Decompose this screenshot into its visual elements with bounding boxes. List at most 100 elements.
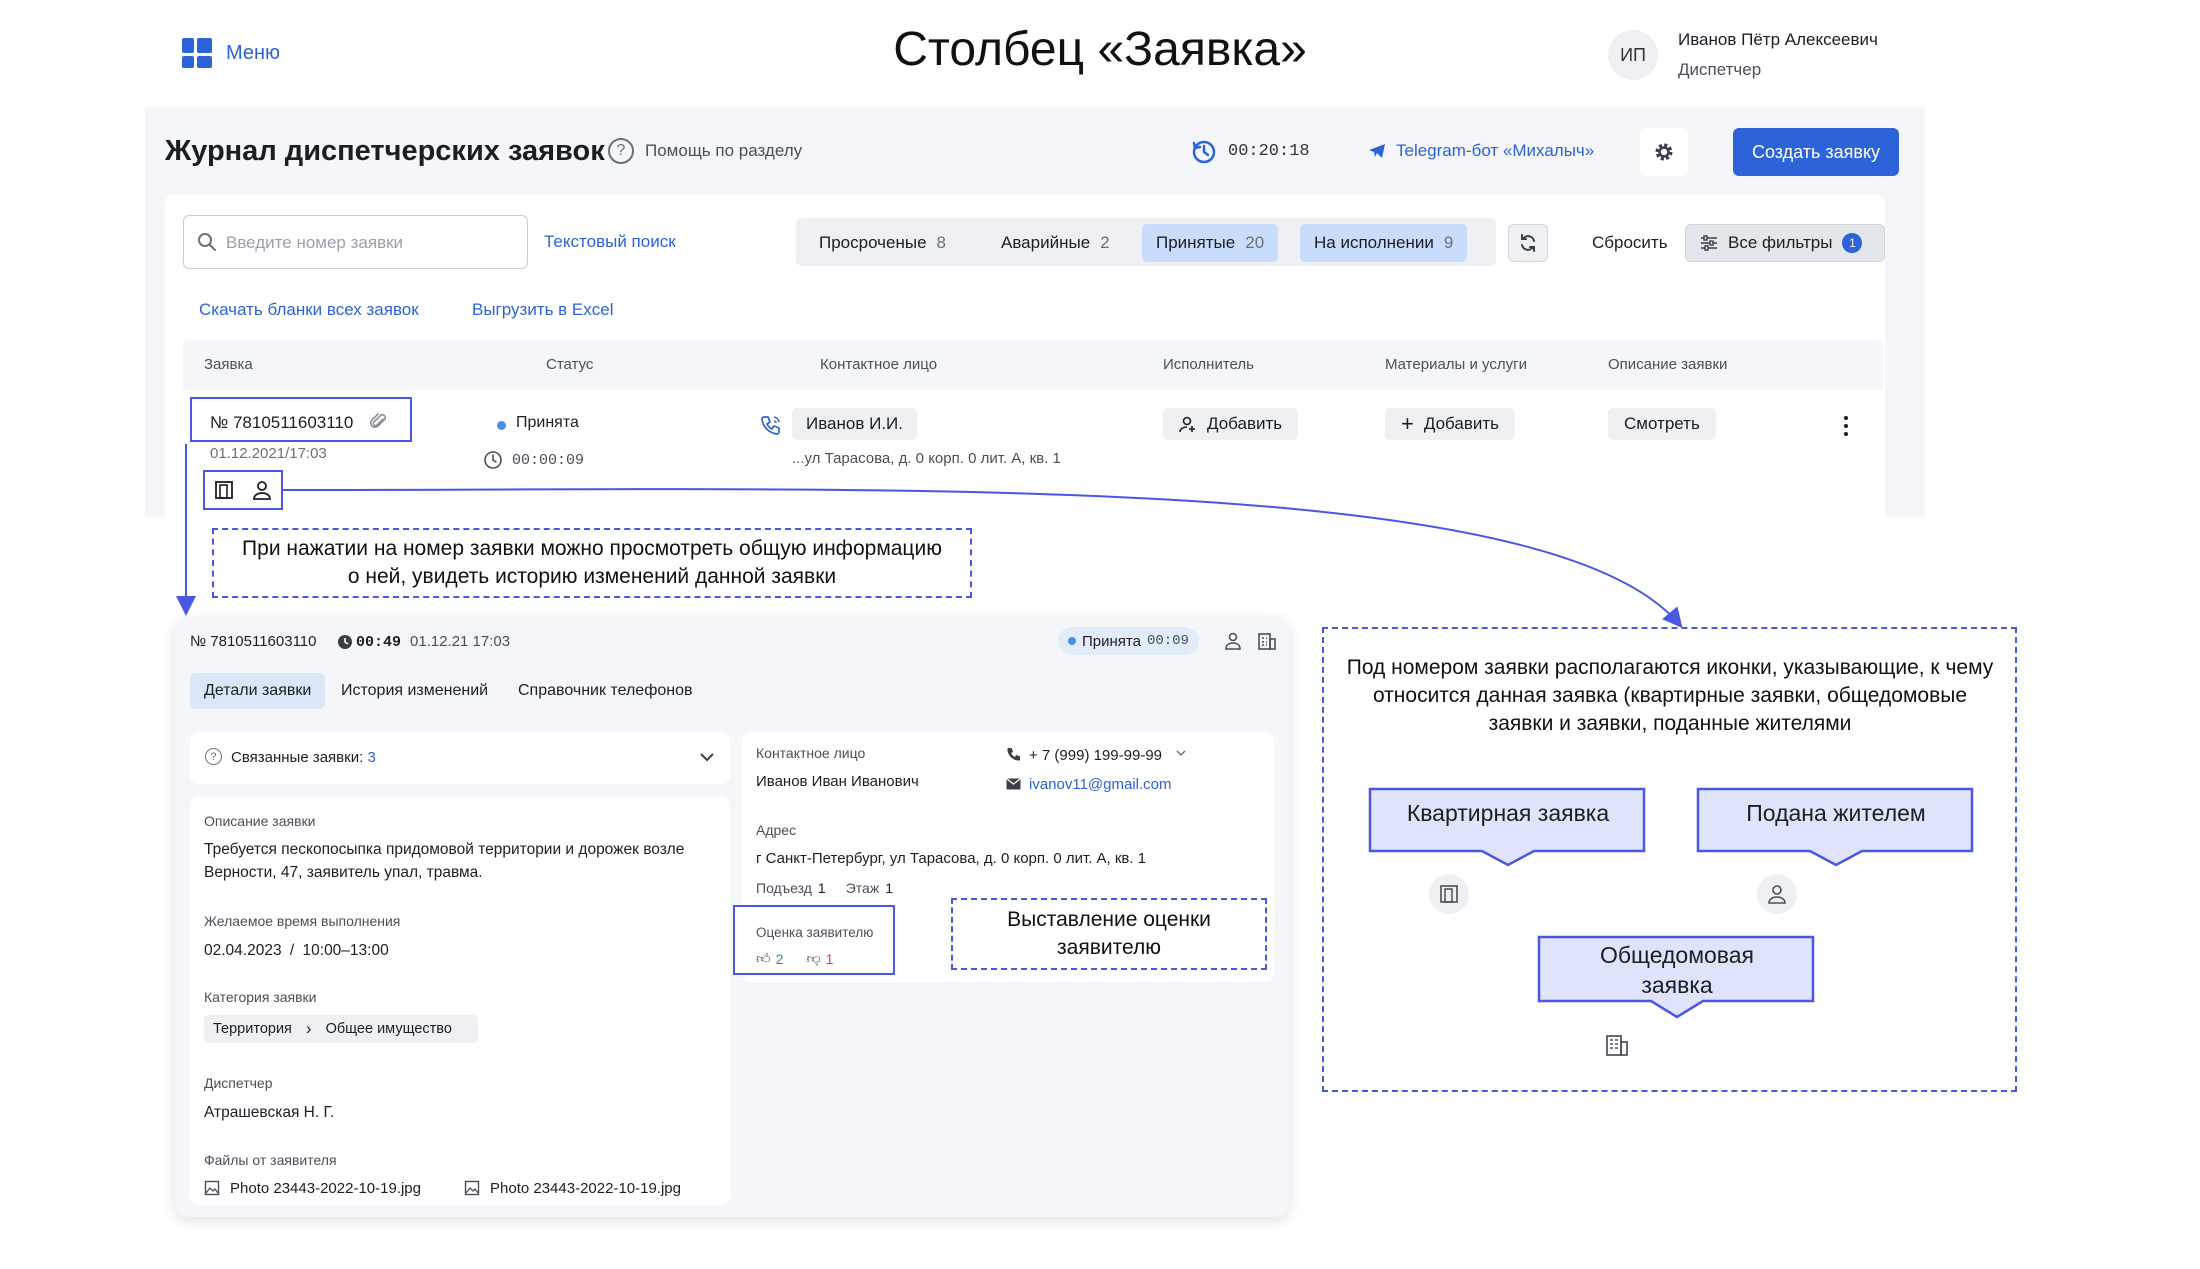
filter-chip-overdue[interactable]: Просроченые 8 <box>805 224 960 262</box>
more-options-icon[interactable] <box>1840 414 1852 438</box>
gear-icon <box>1655 143 1673 161</box>
tab-history[interactable]: История изменений <box>327 673 502 709</box>
add-user-icon <box>1179 416 1195 433</box>
note-rating: Выставление оценки заявителю <box>951 898 1267 970</box>
filter-count: 9 <box>1443 233 1454 252</box>
chevron-down-icon[interactable] <box>700 752 714 762</box>
export-excel-link[interactable]: Выгрузить в Excel <box>472 300 614 320</box>
status-dot <box>497 421 506 430</box>
refresh-button[interactable] <box>1508 224 1548 262</box>
dispatcher-label: Диспетчер <box>204 1075 273 1091</box>
address-label: Адрес <box>756 822 797 838</box>
thumbs-down-icon[interactable]: 👎︎ <box>806 950 820 967</box>
paperclip-icon <box>370 413 387 429</box>
all-filters-button[interactable]: Все фильтры 1 <box>1685 224 1885 262</box>
view-description-button[interactable]: Смотреть <box>1608 408 1716 440</box>
desired-time-label: Желаемое время выполнения <box>204 913 401 929</box>
dispatcher-name: Атрашевская Н. Г. <box>204 1104 335 1121</box>
detail-number: № 7810511603110 <box>190 633 317 650</box>
column-header: Заявка <box>204 356 253 373</box>
chevron-down-icon[interactable] <box>1176 750 1186 757</box>
filter-count: 2 <box>1100 233 1110 252</box>
desired-date: 02.04.2023 <box>204 942 282 959</box>
status-badge: Принята 00:09 <box>1058 627 1199 655</box>
settings-button[interactable] <box>1640 128 1688 176</box>
download-forms-link[interactable]: Скачать бланки всех заявок <box>199 300 419 320</box>
status-dot <box>1068 637 1076 645</box>
note-request-number: При нажатии на номер заявки можно просмо… <box>212 528 972 598</box>
filter-chip-emergency[interactable]: Аварийные 2 <box>987 224 1124 262</box>
refresh-icon <box>1521 234 1535 252</box>
session-timer: 00:20:18 <box>1228 142 1310 161</box>
filter-chip-accepted[interactable]: Принятые 20 <box>1142 224 1279 262</box>
resident-icon <box>1225 632 1241 650</box>
clock-icon <box>338 635 352 649</box>
tab-details[interactable]: Детали заявки <box>190 673 326 709</box>
status-label: Принята <box>1082 632 1141 650</box>
files-label: Файлы от заявителя <box>204 1152 337 1168</box>
filter-count: 8 <box>936 233 947 252</box>
related-label: Связанные заявки: <box>231 749 364 766</box>
description-label: Описание заявки <box>204 813 316 829</box>
filters-count-badge: 1 <box>1842 233 1863 253</box>
resident-icon <box>253 481 271 500</box>
category-resident-label: Подана жителем <box>1746 800 1926 826</box>
text-search-link[interactable]: Текстовый поиск <box>544 232 676 252</box>
add-materials-button[interactable]: + Добавить <box>1385 408 1515 440</box>
likes-count: 2 <box>775 950 784 967</box>
filter-sliders-icon <box>1701 235 1717 251</box>
column-header: Материалы и услуги <box>1385 356 1527 373</box>
email-icon <box>1006 778 1021 790</box>
avatar[interactable]: ИП <box>1608 30 1658 80</box>
related-count[interactable]: 3 <box>367 749 375 766</box>
category-apartment-icon-wrap <box>1429 874 1469 914</box>
user-name: Иванов Пётр Алексеевич <box>1678 30 1878 49</box>
detail-elapsed: 00:49 <box>356 634 402 651</box>
category-resident-icon-wrap <box>1757 874 1797 914</box>
category-apartment-label: Квартирная заявка <box>1406 800 1610 826</box>
filter-chip-in-progress[interactable]: На исполнении 9 <box>1300 224 1468 262</box>
telegram-bot-link[interactable]: Telegram-бот «Михалыч» <box>1396 141 1594 161</box>
column-header: Описание заявки <box>1608 356 1728 373</box>
all-filters-label: Все фильтры <box>1728 233 1833 252</box>
create-request-button[interactable]: Создать заявку <box>1733 128 1899 176</box>
request-number-link[interactable]: № 7810511603110 <box>210 413 353 433</box>
search-icon <box>198 233 216 251</box>
desired-time-range: 10:00–13:00 <box>302 942 389 959</box>
phone-icon[interactable] <box>760 414 782 436</box>
user-role: Диспетчер <box>1678 60 1762 79</box>
desired-separator: / <box>289 942 295 959</box>
building-icon <box>1258 633 1276 650</box>
thumbs-up-icon[interactable]: 👍︎ <box>756 950 771 967</box>
address-details: Подъезд 1 Этаж 1 <box>756 880 893 896</box>
help-icon: ? <box>205 748 222 765</box>
add-executor-button[interactable]: Добавить <box>1163 408 1299 440</box>
page-title: Журнал диспетчерских заявок <box>165 135 605 167</box>
category-building-icon-wrap <box>1597 1025 1637 1065</box>
status-time: 00:00:09 <box>512 452 585 469</box>
rating-controls: 👍︎ 2 👎︎ 1 <box>756 950 833 967</box>
floor-label: Этаж <box>845 880 880 896</box>
help-icon[interactable]: ? <box>608 138 634 164</box>
history-timer-icon <box>1192 140 1216 164</box>
contact-chip[interactable]: Иванов И.И. <box>792 408 917 440</box>
entrance-value: 1 <box>817 880 826 896</box>
contact-address: ...ул Тарасова, д. 0 корп. 0 лит. А, кв.… <box>792 450 1061 467</box>
column-header: Контактное лицо <box>820 356 938 373</box>
help-link[interactable]: Помощь по разделу <box>645 141 802 161</box>
apartment-icon <box>1440 885 1458 903</box>
description-text: Требуется пескопосыпка придомовой террит… <box>204 841 685 881</box>
filter-label: Аварийные <box>1001 233 1091 252</box>
status-time: 00:09 <box>1146 633 1189 649</box>
file-link[interactable]: Photo 23443-2022-10-19.jpg <box>490 1177 681 1200</box>
search-input[interactable] <box>226 227 516 259</box>
contact-phone[interactable]: + 7 (999) 199-99-99 <box>1029 744 1162 767</box>
file-link[interactable]: Photo 23443-2022-10-19.jpg <box>230 1177 421 1200</box>
resident-icon <box>1768 885 1786 904</box>
contact-label: Контактное лицо <box>756 745 866 761</box>
tab-phonebook[interactable]: Справочник телефонов <box>504 673 706 709</box>
detail-date: 01.12.21 17:03 <box>410 633 511 650</box>
reset-button[interactable]: Сбросить <box>1592 233 1668 253</box>
apartment-icon <box>215 481 233 499</box>
contact-email[interactable]: ivanov11@gmail.com <box>1029 773 1172 796</box>
